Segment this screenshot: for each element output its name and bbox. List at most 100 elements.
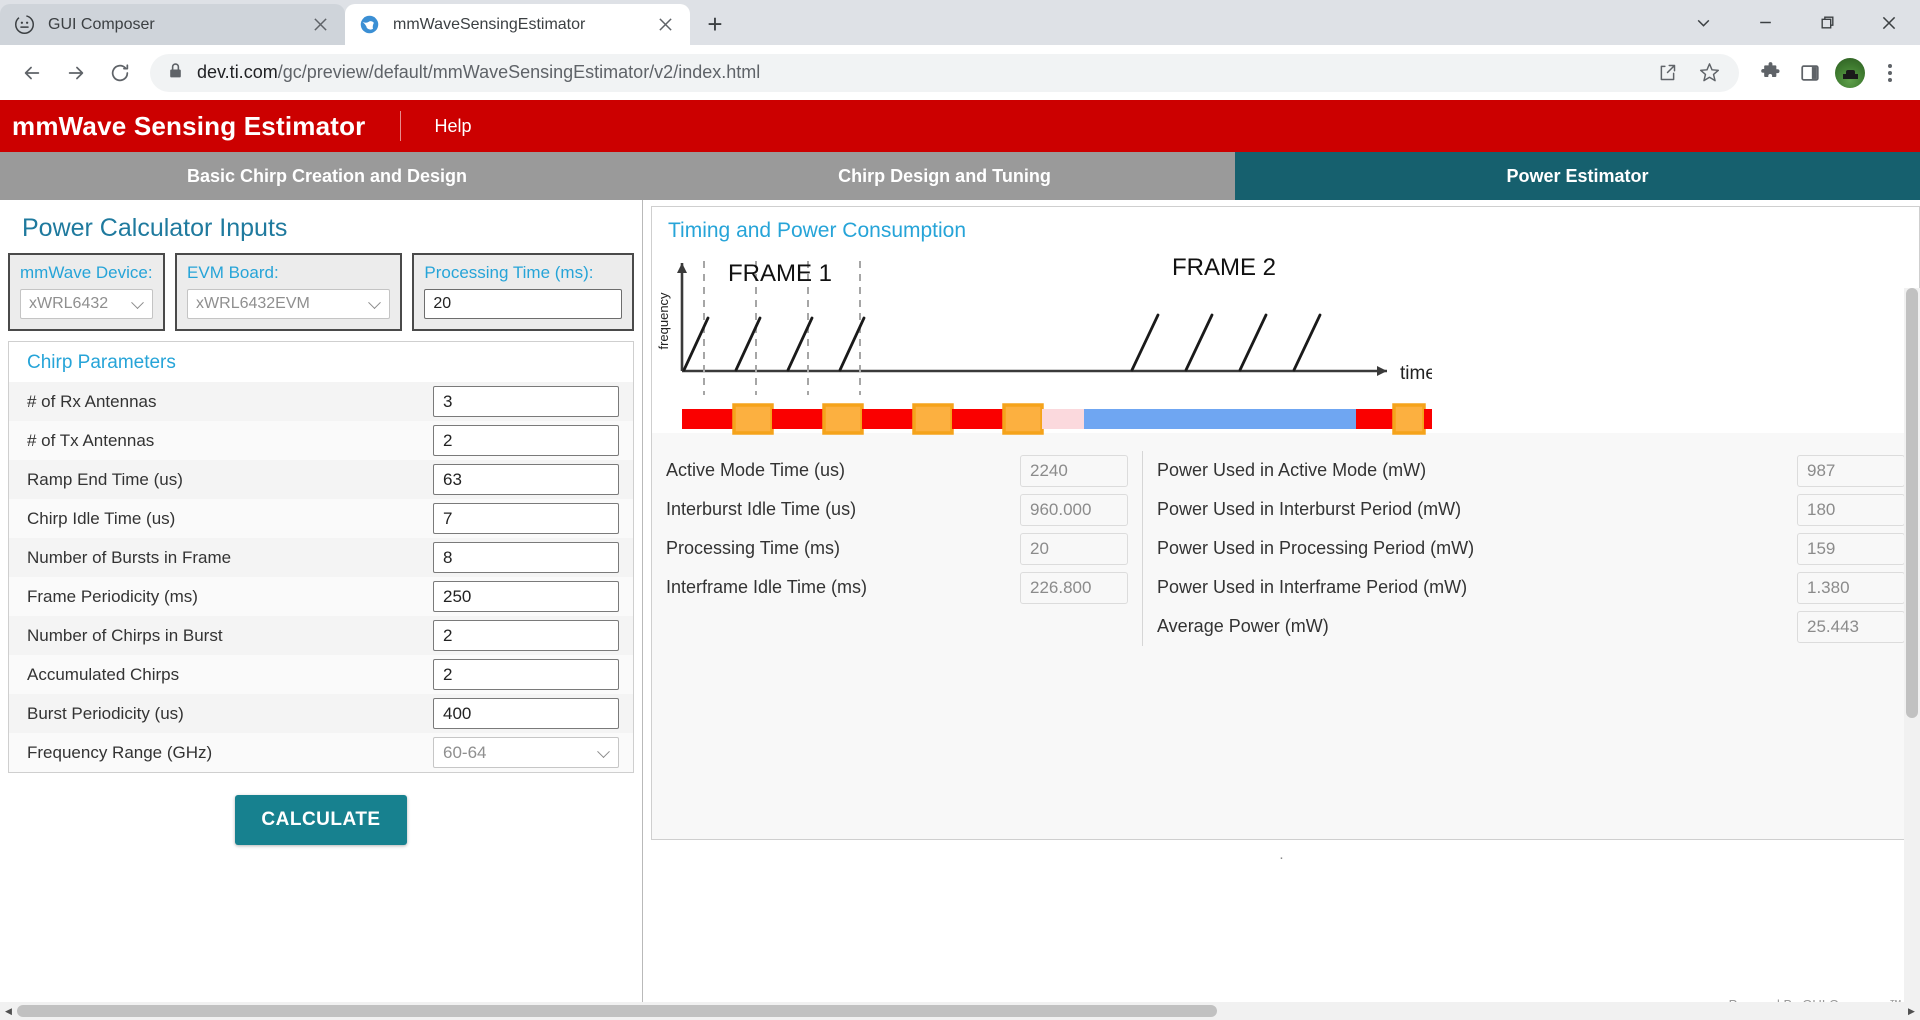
power-interframe-value: 1.380 bbox=[1797, 571, 1905, 604]
evm-board-select[interactable]: xWRL6432EVM bbox=[187, 289, 391, 319]
close-icon[interactable] bbox=[1858, 0, 1920, 45]
power-bar-processing bbox=[1042, 409, 1084, 429]
power-results-column: Power Used in Active Mode (mW) 987 Power… bbox=[1142, 451, 1919, 646]
power-bar-frame-2 bbox=[1356, 403, 1432, 435]
processing-time-input[interactable]: 20 bbox=[424, 289, 623, 319]
param-row-frame-periodicity: Frame Periodicity (ms) 250 bbox=[9, 577, 633, 616]
param-label: Accumulated Chirps bbox=[27, 664, 180, 684]
param-row-number-of-chirps-in-burst: Number of Chirps in Burst 2 bbox=[9, 616, 633, 655]
chirp-parameters-section: Chirp Parameters # of Rx Antennas 3 # of… bbox=[8, 341, 634, 773]
vertical-scrollbar-thumb[interactable] bbox=[1906, 288, 1918, 718]
power-interburst-value: 180 bbox=[1797, 493, 1905, 526]
calculate-button[interactable]: CALCULATE bbox=[235, 795, 407, 845]
number-of-bursts-input[interactable]: 8 bbox=[433, 542, 619, 573]
result-label: Power Used in Interburst Period (mW) bbox=[1157, 499, 1462, 519]
horizontal-scrollbar[interactable]: ◀ ▶ bbox=[0, 1002, 1920, 1020]
param-label: Number of Chirps in Burst bbox=[27, 625, 223, 645]
evm-board-label: EVM Board: bbox=[187, 263, 279, 282]
result-row-power-interframe: Power Used in Interframe Period (mW) 1.3… bbox=[1143, 568, 1919, 607]
burst-periodicity-input[interactable]: 400 bbox=[433, 698, 619, 729]
horizontal-scrollbar-thumb[interactable] bbox=[17, 1005, 1217, 1017]
number-of-chirps-input[interactable]: 2 bbox=[433, 620, 619, 651]
browser-tab-gui-composer[interactable]: GUI Composer bbox=[0, 4, 345, 45]
mmwave-device-select[interactable]: xWRL6432 bbox=[20, 289, 154, 319]
chart-x-axis-label: time bbox=[1400, 363, 1432, 384]
restore-icon[interactable] bbox=[1796, 0, 1858, 45]
share-icon[interactable] bbox=[1649, 55, 1685, 91]
interframe-idle-time-value: 226.800 bbox=[1020, 571, 1128, 604]
omnibox-actions bbox=[1649, 55, 1733, 91]
chevron-down-icon[interactable] bbox=[1672, 0, 1734, 45]
result-label: Power Used in Interframe Period (mW) bbox=[1157, 577, 1468, 597]
param-value: 2 bbox=[443, 430, 453, 450]
help-link[interactable]: Help bbox=[435, 116, 472, 137]
chart-annotation-frame-2: FRAME 2 bbox=[1172, 254, 1276, 281]
result-row-active-mode-time: Active Mode Time (us) 2240 bbox=[652, 451, 1142, 490]
horizontal-scrollbar-track[interactable] bbox=[17, 1002, 1903, 1020]
extensions-puzzle-icon[interactable] bbox=[1752, 55, 1788, 91]
evm-board-value: xWRL6432EVM bbox=[196, 295, 310, 312]
power-bar-interframe bbox=[1084, 409, 1356, 429]
url-path: /gc/preview/default/mmWaveSensingEstimat… bbox=[277, 62, 761, 82]
processing-time-value: 20 bbox=[433, 295, 452, 312]
param-row-frequency-range: Frequency Range (GHz) 60-64 bbox=[9, 733, 633, 772]
lock-icon bbox=[168, 62, 183, 84]
param-value: 2 bbox=[443, 664, 453, 684]
profile-avatar[interactable] bbox=[1832, 55, 1868, 91]
param-value: 400 bbox=[443, 703, 472, 723]
forward-icon[interactable] bbox=[56, 53, 96, 93]
param-value: 3 bbox=[443, 391, 453, 411]
timing-and-power-panel: Timing and Power Consumption frequency t… bbox=[643, 200, 1920, 1006]
result-label: Power Used in Active Mode (mW) bbox=[1157, 460, 1427, 480]
tab-power-estimator[interactable]: Power Estimator bbox=[1235, 152, 1920, 200]
scroll-right-arrow[interactable]: ▶ bbox=[1903, 1002, 1920, 1020]
param-row-accumulated-chirps: Accumulated Chirps 2 bbox=[9, 655, 633, 694]
chirp-parameters-title: Chirp Parameters bbox=[9, 342, 633, 382]
chirp-idle-time-input[interactable]: 7 bbox=[433, 503, 619, 534]
new-tab-button[interactable]: + bbox=[698, 7, 732, 41]
param-value: 63 bbox=[443, 469, 462, 489]
timing-chirp-chart: frequency time FRAME 1 FRAME 2 bbox=[652, 243, 1919, 403]
header-divider bbox=[399, 111, 401, 141]
close-icon[interactable] bbox=[309, 14, 331, 36]
chevron-down-icon bbox=[597, 744, 610, 758]
chevron-down-icon bbox=[131, 296, 144, 310]
rx-antennas-input[interactable]: 3 bbox=[433, 386, 619, 417]
browser-toolbar: dev.ti.com/gc/preview/default/mmWaveSens… bbox=[0, 45, 1920, 100]
side-panel-icon[interactable] bbox=[1792, 55, 1828, 91]
tab-chirp-design-and-tuning[interactable]: Chirp Design and Tuning bbox=[654, 152, 1235, 200]
kebab-menu-icon[interactable] bbox=[1872, 55, 1908, 91]
globe-icon bbox=[359, 14, 380, 35]
reload-icon[interactable] bbox=[100, 53, 140, 93]
application-viewport: mmWave Sensing Estimator Help Basic Chir… bbox=[0, 100, 1920, 1020]
param-label: Ramp End Time (us) bbox=[27, 469, 183, 489]
param-value: 250 bbox=[443, 586, 472, 606]
ramp-end-time-input[interactable]: 63 bbox=[433, 464, 619, 495]
card-resize-handle[interactable]: . bbox=[643, 840, 1920, 863]
frequency-range-select[interactable]: 60-64 bbox=[433, 737, 619, 768]
tab-basic-chirp-creation-and-design[interactable]: Basic Chirp Creation and Design bbox=[0, 152, 654, 200]
page-title: mmWave Sensing Estimator bbox=[12, 110, 366, 141]
close-icon[interactable] bbox=[654, 14, 676, 36]
url-domain: dev.ti.com bbox=[197, 62, 278, 82]
param-label: Frame Periodicity (ms) bbox=[27, 586, 198, 606]
param-row-tx-antennas: # of Tx Antennas 2 bbox=[9, 421, 633, 460]
star-icon[interactable] bbox=[1691, 55, 1727, 91]
power-active-mode-value: 987 bbox=[1797, 454, 1905, 487]
browser-tab-strip: GUI Composer mmWaveSensingEstimator + bbox=[0, 0, 1920, 45]
evm-board-group: EVM Board: xWRL6432EVM bbox=[175, 253, 403, 331]
scroll-left-arrow[interactable]: ◀ bbox=[0, 1002, 17, 1020]
tx-antennas-input[interactable]: 2 bbox=[433, 425, 619, 456]
frame-periodicity-input[interactable]: 250 bbox=[433, 581, 619, 612]
result-row-power-processing: Power Used in Processing Period (mW) 159 bbox=[1143, 529, 1919, 568]
minimize-icon[interactable] bbox=[1734, 0, 1796, 45]
param-row-rx-antennas: # of Rx Antennas 3 bbox=[9, 382, 633, 421]
address-bar-url: dev.ti.com/gc/preview/default/mmWaveSens… bbox=[197, 62, 760, 83]
accumulated-chirps-input[interactable]: 2 bbox=[433, 659, 619, 690]
back-icon[interactable] bbox=[12, 53, 52, 93]
browser-tab-title: GUI Composer bbox=[48, 15, 155, 33]
window-controls bbox=[1672, 0, 1920, 45]
address-bar[interactable]: dev.ti.com/gc/preview/default/mmWaveSens… bbox=[150, 53, 1739, 92]
vertical-scrollbar[interactable] bbox=[1904, 288, 1920, 1020]
browser-tab-mmwave-sensing-estimator[interactable]: mmWaveSensingEstimator bbox=[345, 4, 690, 45]
